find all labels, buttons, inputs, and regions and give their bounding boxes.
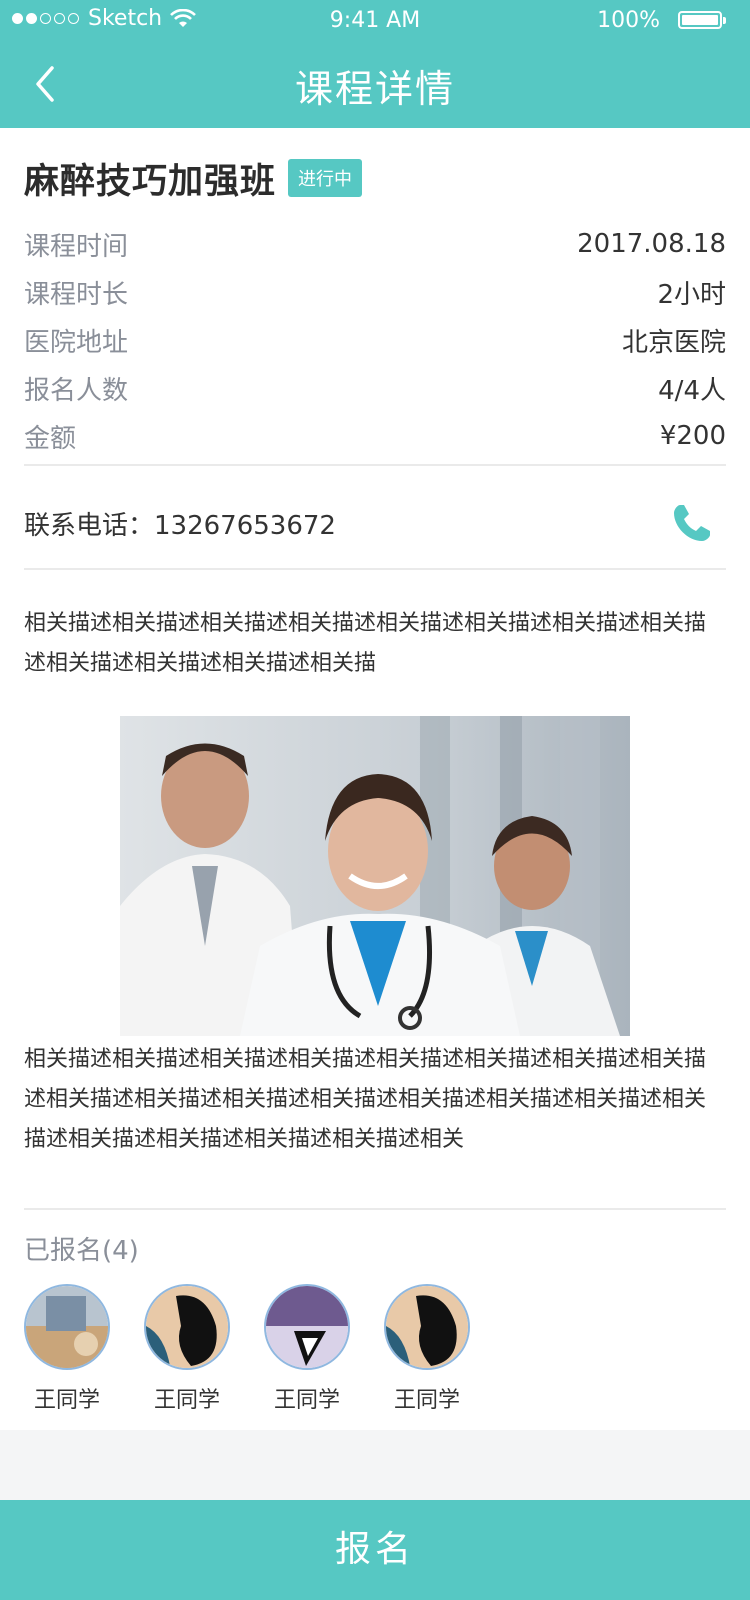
- avatar: [24, 1284, 110, 1370]
- info-value: 北京医院: [621, 327, 726, 358]
- divider: [24, 464, 726, 466]
- info-label: 报名人数: [24, 375, 129, 406]
- student-name: 王同学: [393, 1388, 460, 1413]
- doctors-image: [120, 716, 630, 1036]
- avatar: [144, 1284, 230, 1370]
- student-name: 王同学: [153, 1388, 220, 1413]
- page-title: 课程详情: [294, 67, 455, 111]
- navigation-bar: 课程详情: [0, 40, 750, 128]
- student-name: 王同学: [33, 1388, 100, 1413]
- info-row-enrollment: 报名人数 4/4人: [24, 364, 726, 412]
- contact-label: 联系电话：: [24, 510, 155, 541]
- info-value: 2017.08.18: [577, 229, 726, 259]
- info-value: ¥200: [659, 421, 726, 451]
- battery-icon: [678, 11, 726, 29]
- info-row-time: 课程时间 2017.08.18: [24, 220, 726, 268]
- student-item[interactable]: 王同学: [384, 1284, 470, 1424]
- course-description-extended: 相关描述相关描述相关描述相关描述相关描述相关描述相关描述相关描述相关描述相关描述…: [24, 1047, 707, 1152]
- signup-button[interactable]: 报名: [0, 1500, 750, 1600]
- course-description: 相关描述相关描述相关描述相关描述相关描述相关描述相关描述相关描述相关描述相关描述…: [24, 611, 707, 676]
- divider: [24, 568, 726, 570]
- student-name: 王同学: [273, 1388, 340, 1413]
- info-row-address: 医院地址 北京医院: [24, 316, 726, 364]
- top-bar: Sketch 9:41 AM 100% 课程详情: [0, 0, 750, 128]
- info-label: 课程时长: [24, 279, 129, 310]
- student-item[interactable]: 王同学: [24, 1284, 110, 1424]
- info-value: 2小时: [657, 279, 726, 310]
- info-value: 4/4人: [658, 375, 726, 406]
- info-label: 医院地址: [24, 327, 129, 358]
- contact-info: 联系电话：13267653672: [24, 505, 336, 542]
- course-photo: [120, 716, 630, 1036]
- status-badge: 进行中: [288, 159, 363, 197]
- divider: [24, 1208, 726, 1210]
- avatar: [384, 1284, 470, 1370]
- course-detail-card: 麻醉技巧加强班 进行中 课程时间 2017.08.18 课程时长 2小时 医院地…: [0, 128, 750, 1430]
- course-info-list: 课程时间 2017.08.18 课程时长 2小时 医院地址 北京医院 报名人数 …: [24, 220, 726, 460]
- info-label: 课程时间: [24, 231, 129, 262]
- student-item[interactable]: 王同学: [264, 1284, 350, 1424]
- battery-percentage: 100%: [597, 8, 660, 33]
- contact-phone[interactable]: 13267653672: [154, 511, 336, 541]
- status-bar: Sketch 9:41 AM 100%: [0, 0, 750, 40]
- phone-icon[interactable]: [670, 501, 714, 545]
- info-label: 金额: [24, 423, 77, 454]
- student-item[interactable]: 王同学: [144, 1284, 230, 1424]
- course-name: 麻醉技巧加强班: [24, 161, 277, 202]
- info-row-duration: 课程时长 2小时: [24, 268, 726, 316]
- avatar: [264, 1284, 350, 1370]
- enrolled-students-list: 王同学 王同学 王同学 王同学: [24, 1284, 726, 1424]
- info-row-price: 金额 ¥200: [24, 412, 726, 460]
- contact-row: 联系电话：13267653672: [24, 498, 726, 548]
- enrolled-count-label: 已报名(4): [24, 1236, 139, 1266]
- course-header: 麻醉技巧加强班 进行中: [24, 154, 726, 202]
